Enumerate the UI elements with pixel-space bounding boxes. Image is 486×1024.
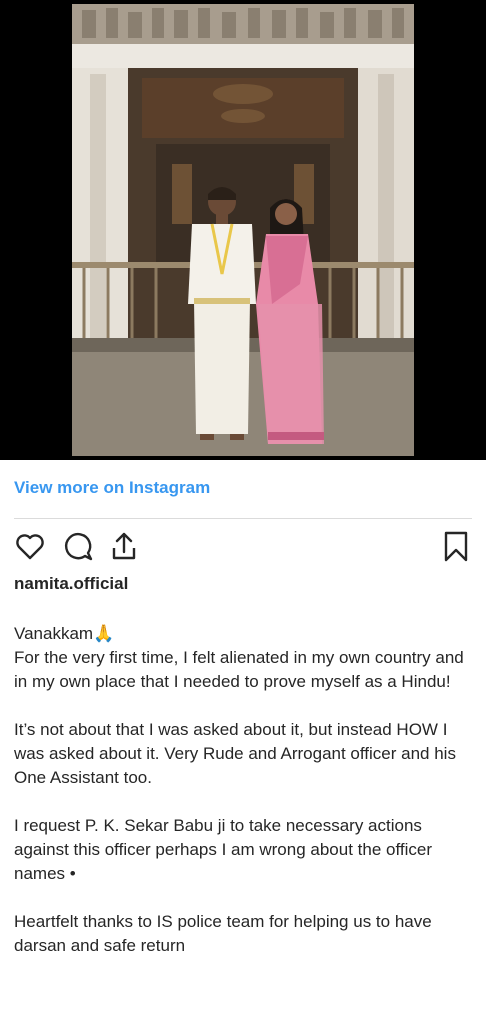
caption-paragraph: Vanakkam🙏 For the very first time, I fel… xyxy=(14,624,464,691)
comment-icon[interactable] xyxy=(60,528,96,564)
post-username[interactable]: namita.official xyxy=(14,574,128,594)
caption-paragraph: I request P. K. Sekar Babu ji to take ne… xyxy=(14,816,433,883)
caption-paragraph: It’s not about that I was asked about it… xyxy=(14,720,456,787)
divider xyxy=(14,518,472,519)
post-actions-bar xyxy=(0,524,486,568)
post-photo[interactable] xyxy=(72,4,414,456)
man-figure xyxy=(188,187,256,440)
post-caption: Vanakkam🙏 For the very first time, I fel… xyxy=(14,622,476,958)
caption-paragraph: Heartfelt thanks to IS police team for h… xyxy=(14,912,432,955)
temple-photo-illustration xyxy=(72,4,414,456)
view-more-instagram-link[interactable]: View more on Instagram xyxy=(14,478,210,498)
bookmark-icon[interactable] xyxy=(438,528,474,564)
post-media xyxy=(0,0,486,460)
share-icon[interactable] xyxy=(106,528,142,564)
heart-icon[interactable] xyxy=(12,528,48,564)
